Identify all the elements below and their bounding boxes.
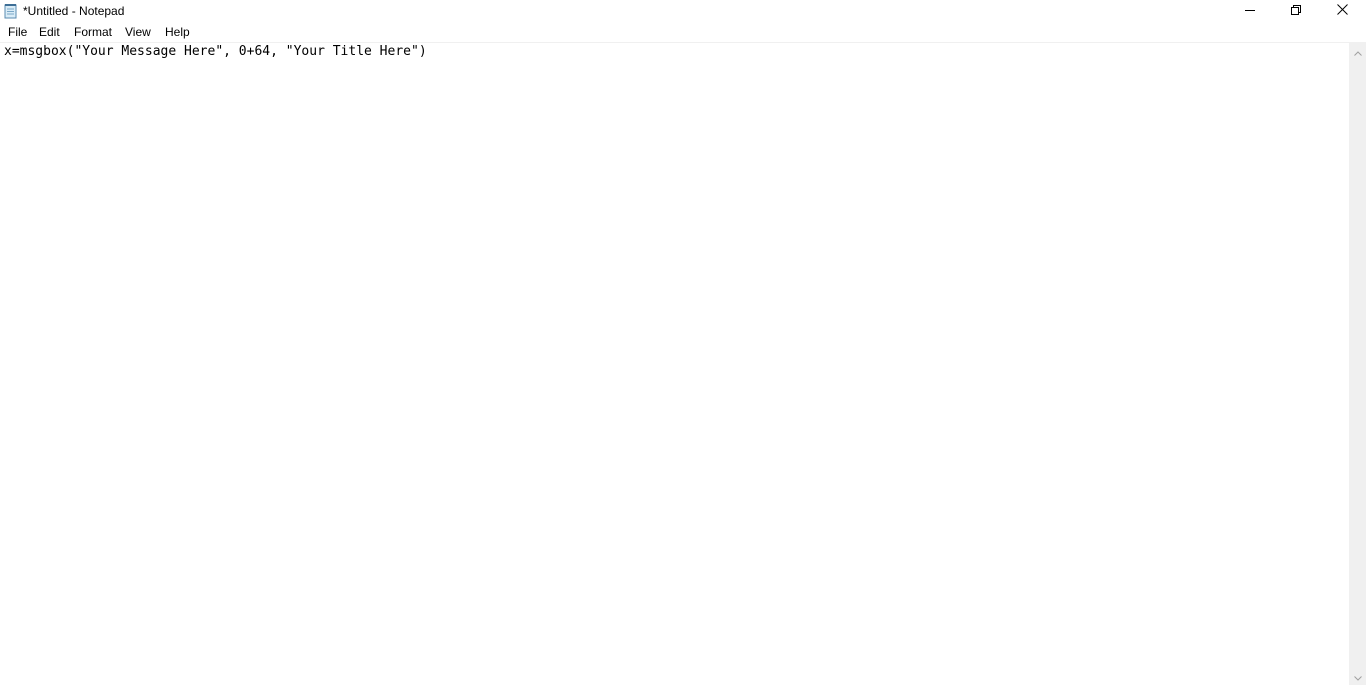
menu-format[interactable]: Format: [73, 25, 113, 39]
text-editor-area[interactable]: x=msgbox("Your Message Here", 0+64, "You…: [0, 43, 1349, 685]
close-button[interactable]: [1319, 0, 1365, 22]
vertical-scrollbar[interactable]: [1349, 43, 1366, 685]
menu-edit[interactable]: Edit: [38, 25, 61, 39]
scroll-up-button[interactable]: [1349, 43, 1366, 60]
chevron-down-icon: [1353, 668, 1362, 685]
minimize-button[interactable]: [1227, 0, 1273, 22]
notepad-window: *Untitled - Notepad File Edit Format Vie…: [0, 0, 1366, 685]
menu-file[interactable]: File: [7, 25, 28, 39]
window-title: *Untitled - Notepad: [23, 4, 125, 18]
title-bar[interactable]: *Untitled - Notepad: [0, 0, 1366, 23]
chevron-up-icon: [1353, 43, 1362, 61]
scroll-down-button[interactable]: [1349, 668, 1366, 685]
menu-view[interactable]: View: [124, 25, 152, 39]
notepad-icon[interactable]: [3, 3, 19, 19]
restore-icon: [1291, 2, 1301, 20]
minimize-icon: [1245, 2, 1255, 20]
close-icon: [1336, 2, 1348, 20]
menu-bar: File Edit Format View Help: [0, 23, 1366, 43]
menu-help[interactable]: Help: [164, 25, 191, 39]
editor-content[interactable]: x=msgbox("Your Message Here", 0+64, "You…: [4, 44, 427, 60]
restore-button[interactable]: [1273, 0, 1319, 22]
